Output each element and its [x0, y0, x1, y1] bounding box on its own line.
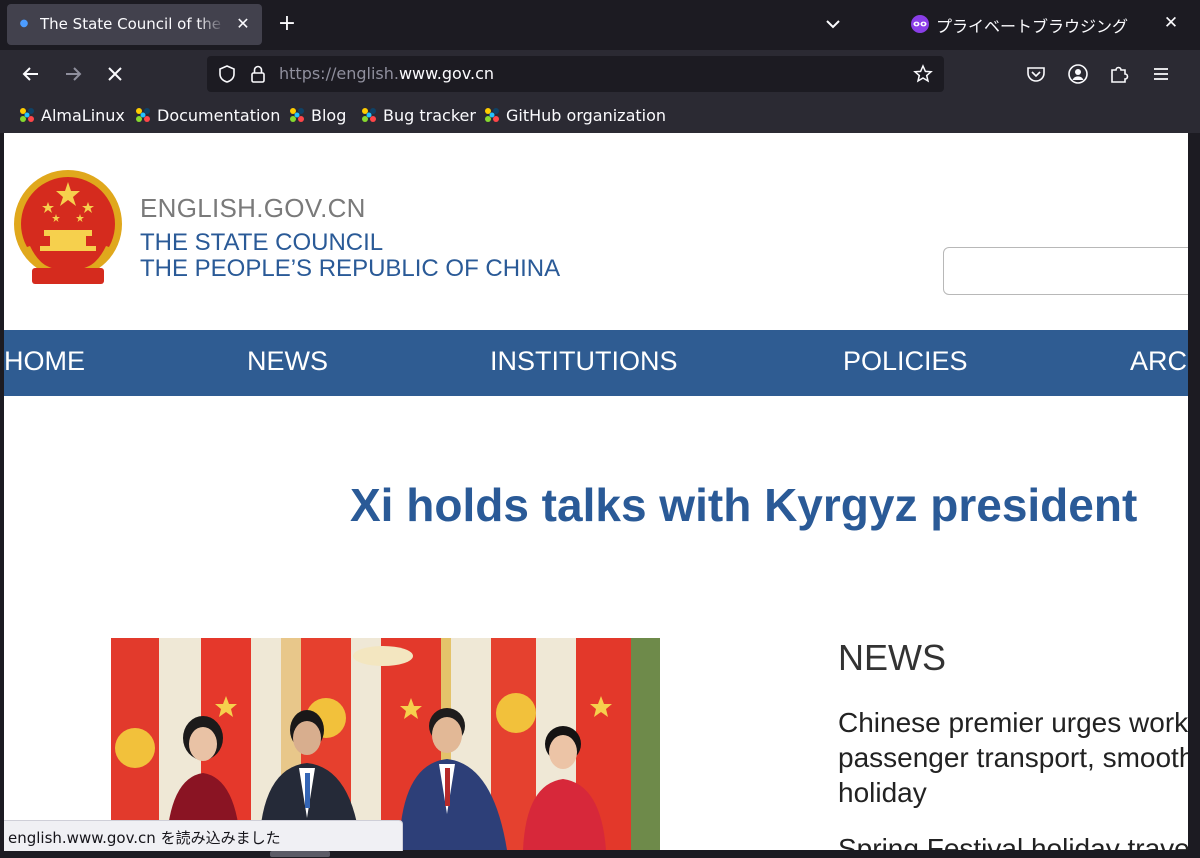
nav-institutions[interactable]: INSTITUTIONS [490, 346, 678, 377]
private-browsing-icon [910, 15, 930, 33]
status-text: english.www.gov.cn を読み込みました [8, 829, 281, 847]
tracking-protection-shield-icon[interactable] [217, 64, 237, 84]
site-name-line-2: THE PEOPLE’S REPUBLIC OF CHINA [140, 255, 561, 282]
site-name-line-1: THE STATE COUNCIL [140, 229, 384, 256]
loading-dot-icon: ● [19, 18, 29, 29]
nav-home[interactable]: HOME [4, 346, 85, 377]
address-bar[interactable]: https://english.www.gov.cn [207, 56, 944, 92]
bookmarks-toolbar: AlmaLinux Documentation Blog Bug tracker… [0, 98, 1200, 133]
status-panel: english.www.gov.cn を読み込みました [4, 820, 403, 851]
headline-link[interactable]: Xi holds talks with Kyrgyz president [350, 478, 1137, 532]
bookmark-bug-tracker[interactable]: Bug tracker [360, 104, 476, 126]
almalinux-logo-icon [290, 108, 304, 122]
bookmark-label: GitHub organization [506, 105, 667, 125]
tab-close-icon[interactable]: ✕ [233, 14, 253, 34]
news-item-link[interactable]: Chinese premier urges work passenger tra… [838, 705, 1188, 810]
stop-loading-icon[interactable] [103, 62, 127, 86]
nav-news[interactable]: NEWS [247, 346, 328, 377]
account-icon[interactable] [1067, 63, 1089, 85]
almalinux-logo-icon [136, 108, 150, 122]
url-text[interactable]: https://english.www.gov.cn [279, 64, 494, 83]
almalinux-logo-icon [362, 108, 376, 122]
site-search-input[interactable] [943, 247, 1188, 295]
bookmark-label: Bug tracker [383, 105, 476, 125]
almalinux-logo-icon [20, 108, 34, 122]
bookmark-star-icon[interactable] [913, 64, 933, 84]
bookmark-almalinux[interactable]: AlmaLinux [18, 104, 125, 126]
url-host: www.gov.cn [398, 64, 495, 83]
news-item-link[interactable]: Spring Festival holiday traveler [838, 833, 1188, 850]
url-subdomain: english. [336, 64, 399, 83]
pocket-icon[interactable] [1025, 63, 1047, 85]
bookmark-label: Documentation [157, 105, 281, 125]
tab-list-chevron-icon[interactable] [822, 12, 844, 36]
scrollbar-thumb[interactable] [270, 851, 330, 857]
browser-tab-active[interactable]: ● The State Council of the People's Repu… [7, 4, 262, 45]
news-photo[interactable] [111, 638, 660, 850]
extensions-puzzle-icon[interactable] [1108, 63, 1130, 85]
padlock-icon[interactable] [249, 64, 267, 84]
hamburger-menu-icon[interactable] [1150, 63, 1172, 85]
bookmark-label: AlmaLinux [41, 105, 125, 125]
bookmark-label: Blog [311, 105, 347, 125]
navigation-toolbar: https://english.www.gov.cn [0, 50, 1200, 98]
tab-title: The State Council of the People's Republ… [40, 15, 225, 33]
window-close-icon[interactable]: ✕ [1160, 12, 1182, 34]
bookmark-blog[interactable]: Blog [288, 104, 346, 126]
tab-strip: ● The State Council of the People's Repu… [0, 0, 1200, 50]
news-section-heading: NEWS [838, 637, 946, 678]
national-emblem-logo[interactable] [10, 168, 126, 288]
back-arrow-icon[interactable] [19, 62, 43, 86]
private-browsing-label: プライベートブラウジング [936, 17, 1129, 36]
bookmark-github-organization[interactable]: GitHub organization [483, 104, 666, 126]
bookmark-documentation[interactable]: Documentation [134, 104, 280, 126]
almalinux-logo-icon [485, 108, 499, 122]
nav-policies[interactable]: POLICIES [843, 346, 968, 377]
web-page-content: ENGLISH.GOV.CN THE STATE COUNCIL THE PEO… [4, 133, 1188, 850]
site-domain-label: ENGLISH.GOV.CN [140, 193, 366, 223]
site-main-nav: HOME NEWS INSTITUTIONS POLICIES ARCHIVE [4, 330, 1188, 396]
nav-archive[interactable]: ARCHIVE [1130, 346, 1188, 377]
forward-arrow-icon[interactable] [61, 62, 85, 86]
url-scheme: https:// [279, 64, 337, 83]
new-tab-button[interactable]: + [275, 12, 299, 36]
